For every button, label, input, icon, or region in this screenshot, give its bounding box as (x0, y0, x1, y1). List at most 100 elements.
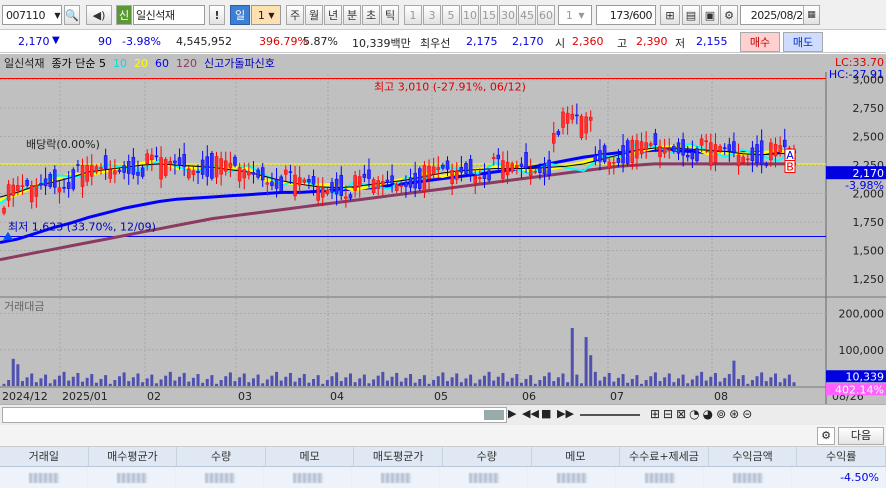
chart-tools-icons[interactable]: ⊞⊟⊠◔◕⊚⊛⊝ (650, 407, 755, 421)
zoom-icon[interactable]: ⊞ (660, 5, 680, 25)
chart-scrollbar[interactable]: ▶ ◀◀ ■ ▶▶ ⊞⊟⊠◔◕⊚⊛⊝ (0, 404, 886, 425)
candle-body (519, 163, 524, 168)
period-week-button[interactable]: 주 (286, 5, 304, 25)
period-second-button[interactable]: 초 (362, 5, 380, 25)
period-day-button[interactable]: 일 (230, 5, 250, 25)
volume-bar (353, 382, 357, 386)
print-icon[interactable]: ▤ (682, 5, 700, 25)
volume-bar (302, 374, 306, 386)
minute-3-button[interactable]: 3 (423, 5, 441, 25)
col-profit[interactable]: 수익금액 (709, 447, 798, 466)
buy-button[interactable]: 매수 (740, 32, 780, 52)
minute-45-button[interactable]: 45 (518, 5, 536, 25)
volume-bar (312, 378, 316, 386)
candle-body (588, 116, 593, 121)
volume-bar (649, 376, 653, 386)
col-buy-avg[interactable]: 매수평균가 (89, 447, 178, 466)
stock-code-input[interactable]: 007110 ▼ (2, 5, 62, 25)
volume-bar (612, 381, 616, 386)
rewind-icon[interactable]: ◀◀ (522, 407, 539, 420)
warning-button[interactable]: ! (209, 5, 225, 25)
scroll-thumb[interactable] (484, 410, 504, 420)
period-month-button[interactable]: 월 (305, 5, 323, 25)
volume-bar (159, 379, 163, 386)
candle-body (6, 184, 11, 201)
next-button[interactable]: 다음 (838, 427, 884, 445)
count-field[interactable]: 173/600 (596, 5, 656, 25)
chart-canvas[interactable]: 3,0002,7502,5002,2502,0001,7501,5001,250… (0, 54, 886, 404)
volume-bar (487, 371, 491, 386)
minute-15-button[interactable]: 15 (480, 5, 498, 25)
col-sell-qty[interactable]: 수량 (443, 447, 532, 466)
volume-bar (251, 378, 255, 386)
volume-bar (482, 375, 486, 386)
candle-body (496, 154, 501, 160)
minute-value-select[interactable]: 1 ▼ (558, 5, 592, 25)
volume-bar (496, 376, 500, 386)
calendar-icon[interactable]: ▦ (803, 5, 820, 25)
minute-60-button[interactable]: 60 (537, 5, 555, 25)
x-axis-label: 04 (330, 390, 344, 403)
cell-redacted (264, 467, 352, 488)
volume-bar (422, 375, 426, 386)
stop-icon[interactable]: ■ (541, 407, 551, 420)
candle-body (736, 154, 741, 166)
price-tick-label: 2,500 (853, 131, 885, 144)
col-buy-qty[interactable]: 수량 (177, 447, 266, 466)
price-chart[interactable]: 3,000 2,750 2,500 2,250 2,000 1,750 1,500 1,250… (0, 54, 886, 404)
volume-bar (127, 381, 131, 386)
candle-body (436, 167, 441, 170)
scroll-right-icon[interactable]: ▶ (508, 407, 516, 420)
stock-name-field[interactable]: 일신석재 (133, 5, 205, 25)
volume-bar (210, 375, 214, 386)
period-minute-button[interactable]: 분 (343, 5, 361, 25)
volume-bar (427, 383, 431, 386)
volume-bar (409, 374, 413, 386)
candle-body (441, 164, 445, 169)
top-toolbar: 007110 ▼ 🔍 ◀) 신 일신석재 ! 일 1 ▼ 주 월 년 분 초 틱 1… (0, 0, 886, 30)
candle-body (394, 184, 399, 191)
cell-redacted (0, 467, 88, 488)
candle-body (764, 163, 769, 166)
col-date[interactable]: 거래일 (0, 447, 89, 466)
volume-bar (358, 378, 362, 386)
minute-1-button[interactable]: 1 (404, 5, 422, 25)
volume-bar (247, 382, 251, 386)
col-buy-memo[interactable]: 메모 (266, 447, 355, 466)
volume-bar (584, 337, 588, 386)
period-num-select[interactable]: 1 ▼ (251, 5, 281, 25)
period-tick-button[interactable]: 틱 (381, 5, 399, 25)
volume-bar (293, 381, 297, 386)
chevron-down-icon[interactable]: ▼ (54, 11, 60, 20)
gear-icon[interactable]: ⚙ (817, 427, 835, 445)
speaker-icon[interactable]: ◀) (86, 5, 112, 25)
turnover: 5.87% (303, 35, 338, 48)
col-sell-memo[interactable]: 메모 (532, 447, 621, 466)
minute-10-button[interactable]: 10 (461, 5, 479, 25)
volume-bar (187, 381, 191, 386)
minute-30-button[interactable]: 30 (499, 5, 517, 25)
volume-pane-label: 거래대금 (4, 300, 44, 313)
table-row[interactable]: -4.50% (0, 467, 886, 488)
candle-body (210, 153, 214, 179)
col-fee[interactable]: 수수료+제세금 (620, 447, 709, 466)
scroll-track[interactable] (2, 407, 507, 423)
forward-icon[interactable]: ▶▶ (557, 407, 574, 420)
candle-body (630, 139, 635, 164)
candle-body (279, 176, 283, 192)
col-sell-avg[interactable]: 매도평균가 (354, 447, 443, 466)
candle-body (353, 175, 357, 191)
minute-5-button[interactable]: 5 (442, 5, 460, 25)
period-year-button[interactable]: 년 (324, 5, 342, 25)
sell-button[interactable]: 매도 (783, 32, 823, 52)
candle-body (274, 179, 279, 189)
candle-body (80, 165, 85, 187)
speed-slider[interactable] (580, 414, 640, 416)
search-icon[interactable]: 🔍 (64, 5, 80, 25)
candle-body (57, 187, 62, 193)
save-icon[interactable]: ▣ (701, 5, 719, 25)
candle-body (270, 181, 274, 186)
gear-icon[interactable]: ⚙ (720, 5, 738, 25)
col-return[interactable]: 수익률 (797, 447, 886, 466)
open-label: 시 (555, 37, 566, 50)
